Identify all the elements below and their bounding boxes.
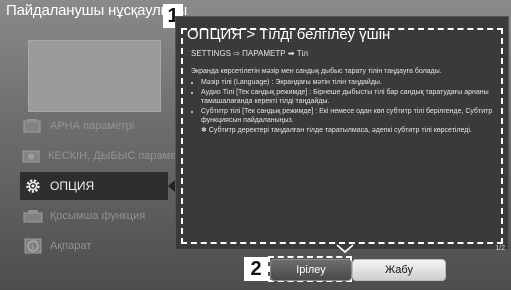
guide-title: Пайдаланушы нұсқаулығы [6, 2, 188, 19]
breadcrumb: SETTINGS ⇨ ПАРАМЕТР ➡ Тіл [191, 49, 309, 58]
menu-item-label: ОПЦИЯ [50, 179, 95, 193]
svg-text:i: i [32, 243, 34, 251]
list-item: Субтитр тілі [Тек сандық режимде] : Екі … [201, 107, 497, 126]
menu-item-option[interactable]: ОПЦИЯ [20, 172, 175, 200]
menu-item-label: Қосымша функция [50, 210, 146, 222]
dialog-content: SETTINGS ⇨ ПАРАМЕТР ➡ Тіл Экранда көрсет… [191, 49, 497, 135]
close-button[interactable]: Жабу [352, 259, 446, 281]
menu-item-picture-sound[interactable]: КЕСКІН, ДЫБЫС параметрі [22, 142, 190, 170]
menu-item-label: КЕСКІН, ДЫБЫС параметрі [48, 150, 190, 162]
list-item: Мәзір тілі (Language) : Экрандағы мәтін … [201, 78, 497, 88]
menu-item-label: АРНА параметрі [50, 120, 135, 132]
note: ✱ Субтитр деректері таңдалған тілде тара… [191, 126, 497, 136]
side-menu: АРНА параметрі КЕСКІН, ДЫБЫС параметрі О… [20, 112, 190, 262]
extra-function-icon [22, 207, 44, 225]
dialog-title: ОПЦИЯ > Тілді белгілеу үшін [187, 26, 391, 43]
note-bullet-icon: ✱ [201, 126, 209, 134]
menu-item-label: Ақпарат [50, 240, 92, 252]
scroll-down-chevron-icon[interactable] [336, 244, 354, 254]
marker-2: 2 [244, 257, 268, 281]
gear-icon [22, 177, 44, 195]
page-indicator: 1/2 [495, 245, 505, 252]
bullet-list: Мәзір тілі (Language) : Экрандағы мәтін … [191, 78, 497, 126]
scroll-button[interactable]: Ірілеу [270, 259, 352, 281]
list-item: Аудио Тілі [Тек сандық режимде] : Бірнеш… [201, 88, 497, 107]
info-icon: i [22, 237, 44, 255]
channel-icon [22, 117, 44, 135]
menu-item-channel[interactable]: АРНА параметрі [22, 112, 182, 140]
note-text: Субтитр деректері таңдалған тілде тараты… [208, 126, 472, 134]
menu-item-info[interactable]: i Ақпарат [22, 232, 182, 260]
picture-sound-icon [22, 147, 42, 165]
video-preview [28, 40, 161, 112]
menu-item-extra-function[interactable]: Қосымша функция [22, 202, 182, 230]
intro-text: Экранда көрсетілетін мәзір мен сандық ды… [191, 67, 442, 75]
